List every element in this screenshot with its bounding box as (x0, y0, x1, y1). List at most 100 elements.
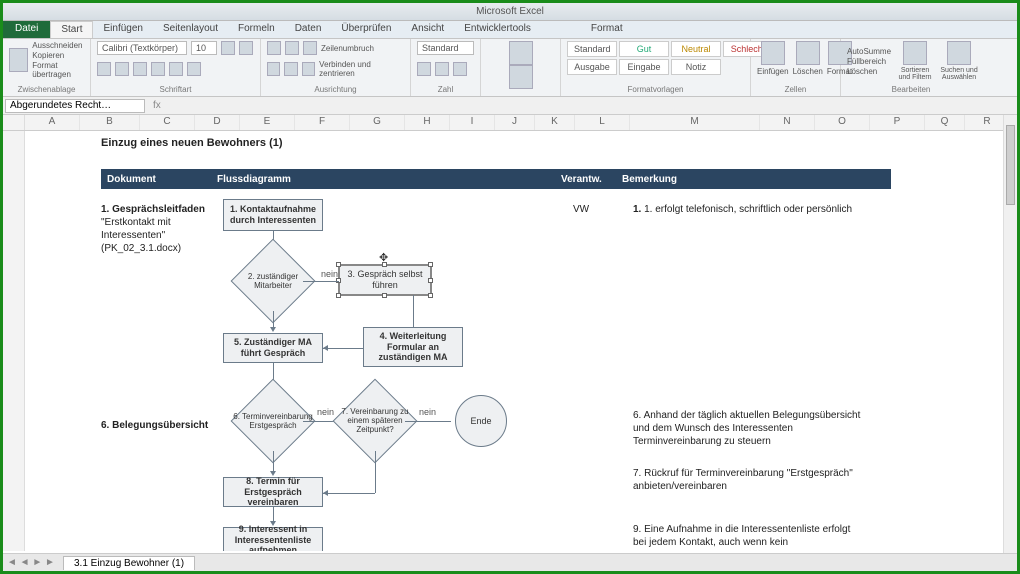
tab-insert[interactable]: Einfügen (93, 21, 152, 38)
col-K[interactable]: K (535, 115, 575, 130)
arrow-icon (270, 327, 276, 332)
resize-handle[interactable] (336, 293, 341, 298)
tab-dev[interactable]: Entwicklertools (454, 21, 541, 38)
flow-decision-6[interactable]: 6. Terminvereinbarung Erstgespräch (243, 391, 303, 451)
flow-box-8[interactable]: 8. Termin für Erstgespräch vereinbaren (223, 477, 323, 507)
fill-button[interactable]: Füllbereich (847, 57, 891, 66)
resize-handle[interactable] (428, 262, 433, 267)
col-D[interactable]: D (195, 115, 240, 130)
delete-icon[interactable] (796, 41, 820, 65)
name-box[interactable]: Abgerundetes Recht… (5, 99, 145, 113)
tab-pagelayout[interactable]: Seitenlayout (153, 21, 228, 38)
format-painter-button[interactable]: Format übertragen (32, 61, 84, 79)
cond-format-icon[interactable] (509, 41, 533, 65)
style-input[interactable]: Eingabe (619, 59, 669, 75)
bem-text: 1. erfolgt telefonisch, schriftlich oder… (644, 204, 852, 215)
sheet-nav[interactable]: ◄ ◄ ► ► (3, 557, 63, 568)
copy-button[interactable]: Kopieren (32, 51, 84, 60)
style-good[interactable]: Gut (619, 41, 669, 57)
flow-box-3-selected[interactable]: 3. Gespräch selbst führen (339, 265, 431, 295)
tab-formulas[interactable]: Formeln (228, 21, 285, 38)
wrap-button[interactable]: Zeilenumbruch (321, 44, 374, 53)
col-L[interactable]: L (575, 115, 630, 130)
tab-format[interactable]: Format (581, 21, 633, 38)
italic-icon[interactable] (115, 62, 129, 76)
font-name-select[interactable]: Calibri (Textkörper) (97, 41, 187, 55)
decrease-font-icon[interactable] (239, 41, 253, 55)
col-O[interactable]: O (815, 115, 870, 130)
align-mid-icon[interactable] (285, 41, 299, 55)
find-icon[interactable] (947, 41, 971, 65)
tab-data[interactable]: Daten (285, 21, 332, 38)
bold-icon[interactable] (97, 62, 111, 76)
resize-handle[interactable] (336, 262, 341, 267)
fx-icon[interactable]: fx (153, 100, 161, 111)
col-B[interactable]: B (80, 115, 140, 130)
vertical-scrollbar[interactable] (1003, 115, 1017, 553)
style-output[interactable]: Ausgabe (567, 59, 617, 75)
flow-box-4[interactable]: 4. Weiterleitung Formular an zuständigen… (363, 327, 463, 367)
col-E[interactable]: E (240, 115, 295, 130)
currency-icon[interactable] (417, 62, 431, 76)
flow-decision-7[interactable]: 7. Vereinbarung zu einem späteren Zeitpu… (345, 391, 405, 451)
col-A[interactable]: A (25, 115, 80, 130)
file-tab[interactable]: Datei (3, 21, 50, 38)
align-top-icon[interactable] (267, 41, 281, 55)
paste-icon[interactable] (9, 48, 28, 72)
col-J[interactable]: J (495, 115, 535, 130)
align-bot-icon[interactable] (303, 41, 317, 55)
increase-font-icon[interactable] (221, 41, 235, 55)
col-H[interactable]: H (405, 115, 450, 130)
row-headers[interactable] (3, 131, 25, 551)
flow-box-1[interactable]: 1. Kontaktaufnahme durch Interessenten (223, 199, 323, 231)
insert-icon[interactable] (761, 41, 785, 65)
font-size-select[interactable]: 10 (191, 41, 217, 55)
sort-icon[interactable] (903, 41, 927, 65)
merge-button[interactable]: Verbinden und zentrieren (319, 60, 404, 78)
tab-review[interactable]: Überprüfen (331, 21, 401, 38)
col-I[interactable]: I (450, 115, 495, 130)
align-left-icon[interactable] (267, 62, 280, 76)
fill-color-icon[interactable] (169, 62, 183, 76)
align-center-icon[interactable] (284, 62, 297, 76)
font-color-icon[interactable] (187, 62, 201, 76)
flow-box-9[interactable]: 9. Interessent in Interessentenliste auf… (223, 527, 323, 551)
col-C[interactable]: C (140, 115, 195, 130)
scroll-thumb[interactable] (1006, 125, 1015, 205)
col-Q[interactable]: Q (925, 115, 965, 130)
find-label: Suchen und Auswählen (939, 67, 979, 81)
bem-1: 1. 1. erfolgt telefonisch, schriftlich o… (633, 203, 863, 216)
style-neutral[interactable]: Neutral (671, 41, 721, 57)
border-icon[interactable] (151, 62, 165, 76)
doc-text: (PK_02_3.1.docx) (101, 243, 181, 254)
table-format-icon[interactable] (509, 65, 533, 89)
clear-button[interactable]: Löschen (847, 67, 891, 76)
group-edit: AutoSumme Füllbereich Löschen Sortieren … (841, 39, 981, 96)
style-note[interactable]: Notiz (671, 59, 721, 75)
underline-icon[interactable] (133, 62, 147, 76)
col-M[interactable]: M (630, 115, 760, 130)
resize-handle[interactable] (428, 293, 433, 298)
tab-start[interactable]: Start (50, 21, 93, 38)
autosum-button[interactable]: AutoSumme (847, 47, 891, 56)
tab-view[interactable]: Ansicht (401, 21, 454, 38)
style-standard[interactable]: Standard (567, 41, 617, 57)
align-right-icon[interactable] (302, 62, 315, 76)
select-all-corner[interactable] (3, 115, 25, 130)
col-P[interactable]: P (870, 115, 925, 130)
percent-icon[interactable] (435, 62, 449, 76)
resize-handle[interactable] (382, 293, 387, 298)
group-label: Zwischenablage (9, 85, 84, 94)
number-format-select[interactable]: Standard (417, 41, 474, 55)
col-G[interactable]: G (350, 115, 405, 130)
flow-decision-2[interactable]: 2. zuständiger Mitarbeiter (243, 251, 303, 311)
col-F[interactable]: F (295, 115, 350, 130)
col-N[interactable]: N (760, 115, 815, 130)
cut-button[interactable]: Ausschneiden (32, 41, 84, 50)
flow-terminator-ende[interactable]: Ende (455, 395, 507, 447)
comma-icon[interactable] (453, 62, 467, 76)
resize-handle[interactable] (428, 278, 433, 283)
worksheet[interactable]: Einzug eines neuen Bewohners (1) Dokumen… (3, 131, 1017, 551)
flow-box-5[interactable]: 5. Zuständiger MA führt Gespräch (223, 333, 323, 363)
sheet-tab[interactable]: 3.1 Einzug Bewohner (1) (63, 556, 195, 570)
